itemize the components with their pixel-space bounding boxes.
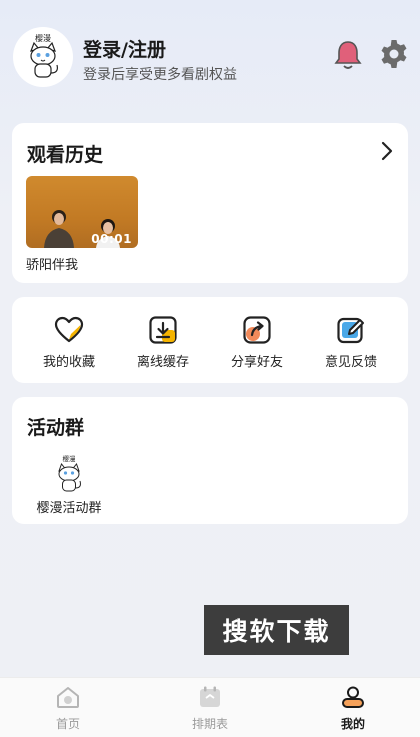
tab-home[interactable]: 首页 xyxy=(28,684,108,736)
tab-mine[interactable]: 我的 xyxy=(313,684,393,736)
share-friends-label: 分享好友 xyxy=(230,355,283,370)
playback-time: 00:01 xyxy=(91,232,132,246)
svg-text:樱漫: 樱漫 xyxy=(35,33,51,43)
tab-home-label: 首页 xyxy=(55,717,80,731)
group-item-label: 樱漫活动群 xyxy=(36,501,102,516)
offline-cache-label: 离线缓存 xyxy=(136,355,189,370)
share-friends-button[interactable]: 分享好友 xyxy=(217,314,297,374)
share-icon xyxy=(243,316,271,344)
profile-icon xyxy=(342,686,364,708)
bottom-tab-bar: 首页 排期表 我的 xyxy=(0,677,420,737)
watermark-banner: 搜软下载 xyxy=(204,605,349,655)
heart-icon xyxy=(54,316,84,343)
svg-text:樱漫: 樱漫 xyxy=(63,454,77,463)
group-cat-icon: 樱漫 xyxy=(58,454,81,492)
history-item-title[interactable]: 骄阳伴我 xyxy=(26,254,78,273)
feedback-button[interactable]: 意见反馈 xyxy=(311,314,391,374)
cat-avatar-icon: 樱漫 xyxy=(30,33,58,78)
activity-group-title: 活动群 xyxy=(27,417,85,439)
tab-mine-label: 我的 xyxy=(340,717,365,731)
offline-cache-button[interactable]: 离线缓存 xyxy=(123,314,203,374)
history-thumbnail[interactable]: 00:01 xyxy=(26,176,138,248)
quick-actions-card: 我的收藏 离线缓存 分享好友 意见反馈 xyxy=(12,297,408,383)
tab-schedule[interactable]: 排期表 xyxy=(170,684,250,736)
settings-gear-icon[interactable] xyxy=(378,38,410,70)
home-icon xyxy=(57,687,79,708)
watch-history-card: 观看历史 00:01 骄阳伴我 xyxy=(12,123,408,283)
chevron-right-icon[interactable] xyxy=(380,141,394,161)
tab-schedule-label: 排期表 xyxy=(191,717,228,731)
notification-bell-icon[interactable] xyxy=(333,38,363,72)
watch-history-title: 观看历史 xyxy=(27,144,104,166)
favorites-button[interactable]: 我的收藏 xyxy=(29,314,109,374)
feedback-icon xyxy=(337,317,364,344)
calendar-icon xyxy=(200,686,220,707)
group-item[interactable]: 樱漫 樱漫活动群 xyxy=(34,453,104,516)
feedback-label: 意见反馈 xyxy=(324,355,377,370)
login-subtitle: 登录后享受更多看剧权益 xyxy=(83,67,237,83)
profile-header: 樱漫 登录/注册 登录后享受更多看剧权益 xyxy=(0,0,420,110)
login-register-link[interactable]: 登录/注册 xyxy=(83,35,166,62)
avatar[interactable]: 樱漫 xyxy=(13,27,73,87)
favorites-label: 我的收藏 xyxy=(42,355,95,370)
activity-group-card: 活动群 樱漫 樱漫活动群 xyxy=(12,397,408,524)
download-icon xyxy=(149,316,177,344)
